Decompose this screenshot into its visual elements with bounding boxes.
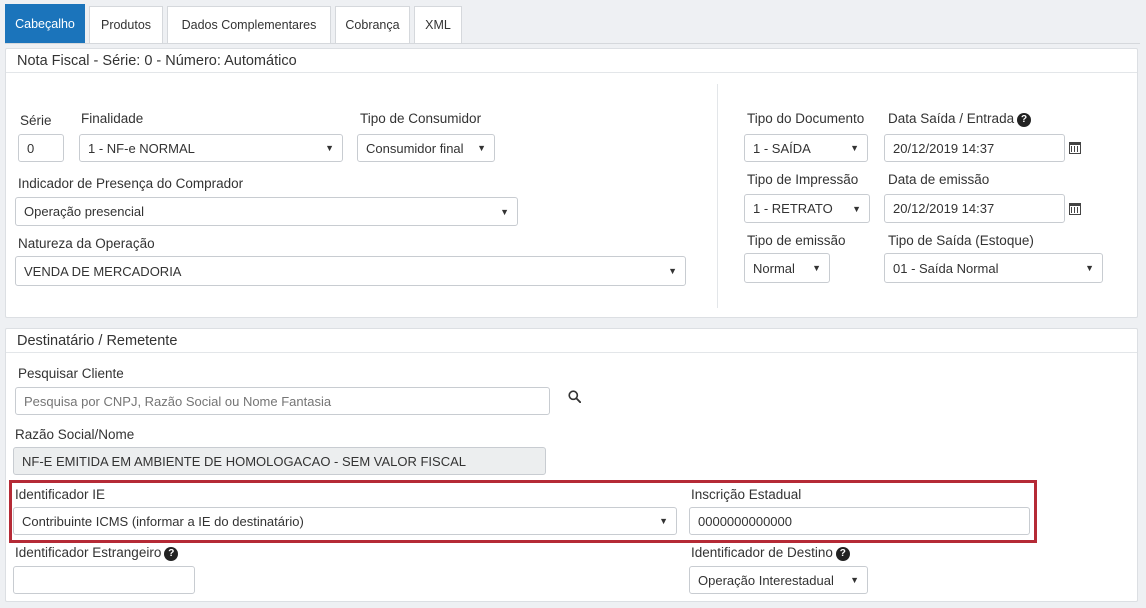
ie-id-value: Contribuinte ICMS (informar a IE do dest… — [22, 513, 304, 529]
tipo-saida-label: Tipo de Saída (Estoque) — [888, 233, 1034, 248]
destino-value: Operação Interestadual — [698, 572, 834, 588]
tab-cobranca[interactable]: Cobrança — [335, 6, 410, 43]
inscricao-label: Inscrição Estadual — [691, 487, 802, 502]
inscricao-input[interactable]: 0000000000000 — [689, 507, 1030, 535]
calendar-icon[interactable] — [1069, 203, 1081, 215]
estrangeiro-input[interactable] — [13, 566, 195, 594]
chevron-down-icon: ▼ — [668, 266, 677, 276]
panel-divider — [717, 84, 718, 308]
chevron-down-icon: ▼ — [325, 143, 334, 153]
calendar-icon[interactable] — [1069, 142, 1081, 154]
tipo-impressao-value: 1 - RETRATO — [753, 201, 833, 216]
chevron-down-icon: ▼ — [812, 263, 821, 273]
presenca-select[interactable]: Operação presencial ▼ — [15, 197, 518, 226]
chevron-down-icon: ▼ — [850, 143, 859, 153]
data-saida-label: Data Saída / Entrada? — [888, 111, 1032, 127]
tipo-saida-select[interactable]: 01 - Saída Normal ▼ — [884, 253, 1103, 283]
destinatario-title: Destinatário / Remetente — [6, 329, 1137, 353]
search-icon[interactable] — [568, 390, 581, 403]
presenca-value: Operação presencial — [24, 204, 144, 219]
razao-input: NF-E EMITIDA EM AMBIENTE DE HOMOLOGACAO … — [13, 447, 546, 475]
chevron-down-icon: ▼ — [500, 206, 509, 217]
data-emissao-label: Data de emissão — [888, 172, 990, 187]
tipo-documento-select[interactable]: 1 - SAÍDA ▼ — [744, 134, 868, 162]
chevron-down-icon: ▼ — [850, 575, 859, 585]
data-emissao-input[interactable]: 20/12/2019 14:37 — [884, 194, 1065, 223]
ie-id-select[interactable]: Contribuinte ICMS (informar a IE do dest… — [13, 507, 677, 535]
estrangeiro-label-text: Identificador Estrangeiro — [15, 545, 162, 560]
search-input[interactable] — [15, 387, 550, 415]
natureza-select[interactable]: VENDA DE MERCADORIA ▼ — [15, 256, 686, 286]
finalidade-select[interactable]: 1 - NF-e NORMAL ▼ — [79, 134, 343, 162]
tab-cabecalho[interactable]: Cabeçalho — [5, 4, 85, 43]
tab-produtos[interactable]: Produtos — [89, 6, 163, 43]
question-circle-icon[interactable]: ? — [1017, 113, 1032, 127]
tipo-consumidor-label: Tipo de Consumidor — [360, 111, 482, 126]
tipo-documento-value: 1 - SAÍDA — [753, 140, 811, 156]
tipo-impressao-label: Tipo de Impressão — [747, 172, 859, 187]
estrangeiro-label: Identificador Estrangeiro? — [15, 545, 179, 561]
destino-select[interactable]: Operação Interestadual ▼ — [689, 566, 868, 594]
finalidade-value: 1 - NF-e NORMAL — [88, 140, 195, 156]
chevron-down-icon: ▼ — [852, 203, 861, 214]
serie-label: Série — [20, 113, 52, 128]
pesquisar-label: Pesquisar Cliente — [18, 366, 124, 381]
destino-label-text: Identificador de Destino — [691, 545, 833, 560]
tab-dados-complementares[interactable]: Dados Complementares — [167, 6, 331, 43]
chevron-down-icon: ▼ — [1085, 263, 1094, 273]
data-saida-label-text: Data Saída / Entrada — [888, 111, 1015, 126]
tipo-consumidor-select[interactable]: Consumidor final ▼ — [357, 134, 495, 162]
tipo-saida-value: 01 - Saída Normal — [893, 260, 999, 276]
tipo-impressao-select[interactable]: 1 - RETRATO ▼ — [744, 194, 870, 223]
razao-label: Razão Social/Nome — [15, 427, 135, 442]
data-saida-input[interactable]: 20/12/2019 14:37 — [884, 134, 1065, 162]
question-circle-icon[interactable]: ? — [835, 547, 850, 561]
destino-label: Identificador de Destino? — [691, 545, 850, 561]
tab-divider — [5, 43, 1140, 44]
presenca-label: Indicador de Presença do Comprador — [18, 176, 244, 191]
chevron-down-icon: ▼ — [477, 143, 486, 153]
tipo-emissao-select[interactable]: Normal ▼ — [744, 253, 830, 283]
ie-id-label: Identificador IE — [15, 487, 106, 502]
natureza-label: Natureza da Operação — [18, 236, 155, 251]
finalidade-label: Finalidade — [81, 111, 144, 126]
tipo-consumidor-value: Consumidor final — [366, 140, 464, 156]
tab-xml[interactable]: XML — [414, 6, 462, 43]
tipo-emissao-label: Tipo de emissão — [747, 233, 846, 248]
tipo-documento-label: Tipo do Documento — [747, 111, 865, 126]
tipo-emissao-value: Normal — [753, 260, 795, 276]
natureza-value: VENDA DE MERCADORIA — [24, 263, 182, 279]
chevron-down-icon: ▼ — [659, 516, 668, 526]
serie-input[interactable]: 0 — [18, 134, 64, 162]
nota-fiscal-title: Nota Fiscal - Série: 0 - Número: Automát… — [6, 49, 1137, 73]
question-circle-icon[interactable]: ? — [164, 547, 179, 561]
